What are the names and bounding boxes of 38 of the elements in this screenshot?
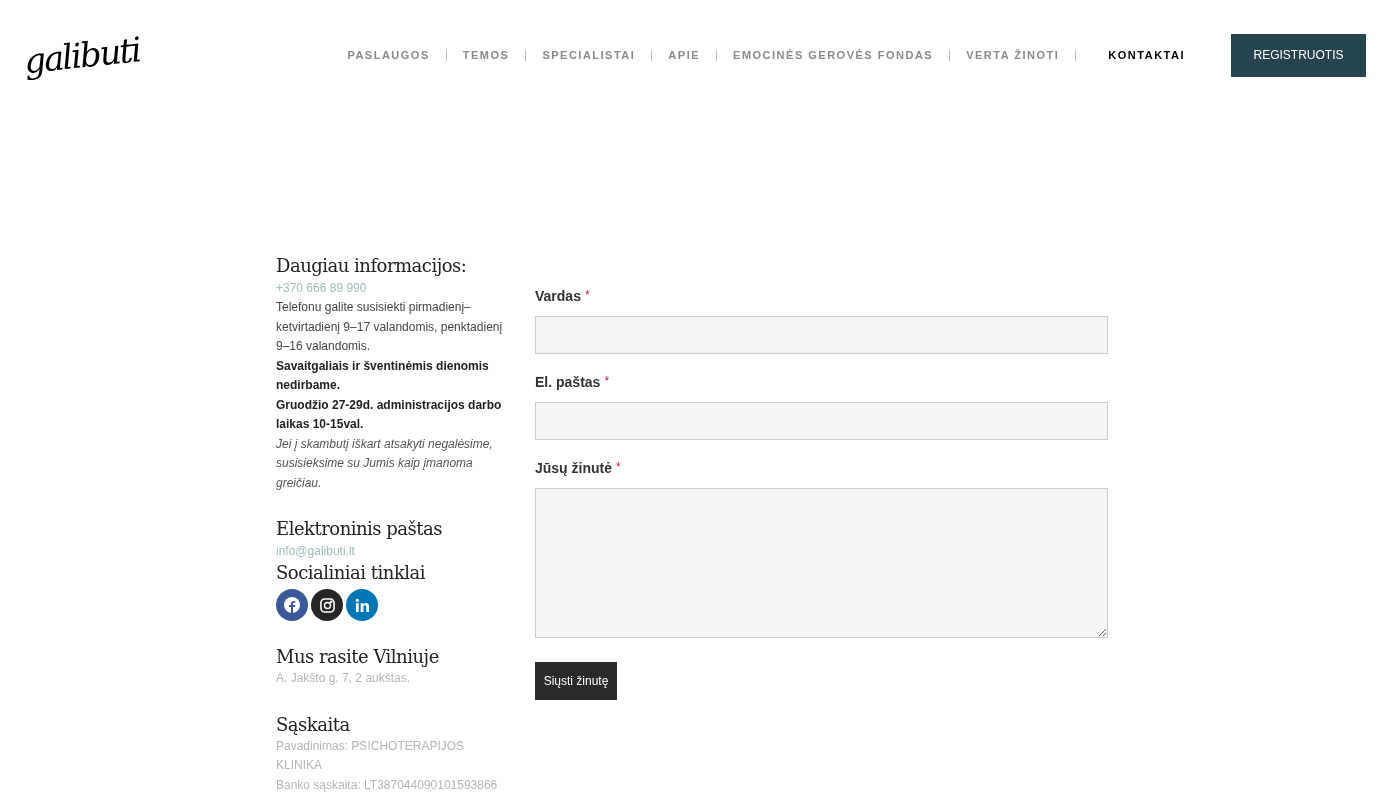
section-heading: Daugiau informacijos:: [276, 254, 468, 278]
section-heading: Mus rasite Vilniuje: [276, 645, 440, 669]
social-button[interactable]: [311, 589, 343, 621]
required-mark: *: [584, 287, 590, 304]
send-button[interactable]: Siųsti žinutę: [535, 662, 617, 700]
info-text: Pavadinimas: PSICHOTERAPIJOS KLINIKA: [276, 737, 466, 774]
nav-link[interactable]: EMOCINĖS GEROVĖS FONDAS: [717, 46, 950, 64]
field-label: El. paštas: [535, 373, 601, 392]
input-field[interactable]: [535, 402, 1108, 440]
social-button[interactable]: [276, 589, 308, 621]
section-heading: Socialiniai tinklai: [276, 561, 427, 585]
nav-link[interactable]: TEMOS: [446, 46, 526, 64]
contact-link[interactable]: info@galibuti.lt: [276, 541, 355, 561]
field-label: Vardas: [535, 287, 581, 306]
contact-link[interactable]: +370 666 89 990: [276, 278, 367, 298]
field-label: Jūsų žinutė: [535, 459, 612, 478]
required-mark: *: [616, 459, 621, 476]
info-text: Banko sąskaita: LT387044090101593866: [276, 776, 499, 794]
nav-link[interactable]: SPECIALISTAI: [526, 46, 652, 64]
info-text: Telefonu galite susisiekti pirmadienį–ketvirtadienį 9–17 valandomis, penktadienį 9–16 valandomis.: [276, 299, 504, 355]
facebook-icon: [284, 597, 300, 613]
message-field[interactable]: [535, 488, 1108, 638]
info-text: Gruodžio 27-29d. administracijos darbo laikas 10-15val.: [276, 396, 503, 433]
linkedin-icon: [354, 597, 370, 613]
info-text: A. Jakšto g. 7, 2 aukštas.: [276, 670, 412, 687]
info-text: Savaitgaliais ir šventinėmis dienomis nedirbame.: [276, 357, 490, 394]
section-heading: Sąskaita: [276, 712, 351, 737]
section-heading: Elektroninis paštas: [276, 517, 443, 541]
nav-link[interactable]: VERTA ŽINOTI: [950, 46, 1076, 64]
required-mark: *: [604, 373, 610, 390]
register-button[interactable]: REGISTRUOTIS: [1231, 33, 1366, 77]
nav-link[interactable]: KONTAKTAI: [1092, 46, 1201, 64]
nav-link[interactable]: APIE: [652, 46, 717, 64]
input-field[interactable]: [535, 316, 1108, 354]
instagram-icon: [319, 597, 335, 613]
logo[interactable]: galibuti: [21, 23, 147, 87]
info-text: Jei į skambutį iškart atsakyti negalėsime, susisieksime su Jumis kaip įmanoma greičiau.: [276, 435, 494, 492]
nav-link[interactable]: PASLAUGOS: [331, 46, 446, 64]
